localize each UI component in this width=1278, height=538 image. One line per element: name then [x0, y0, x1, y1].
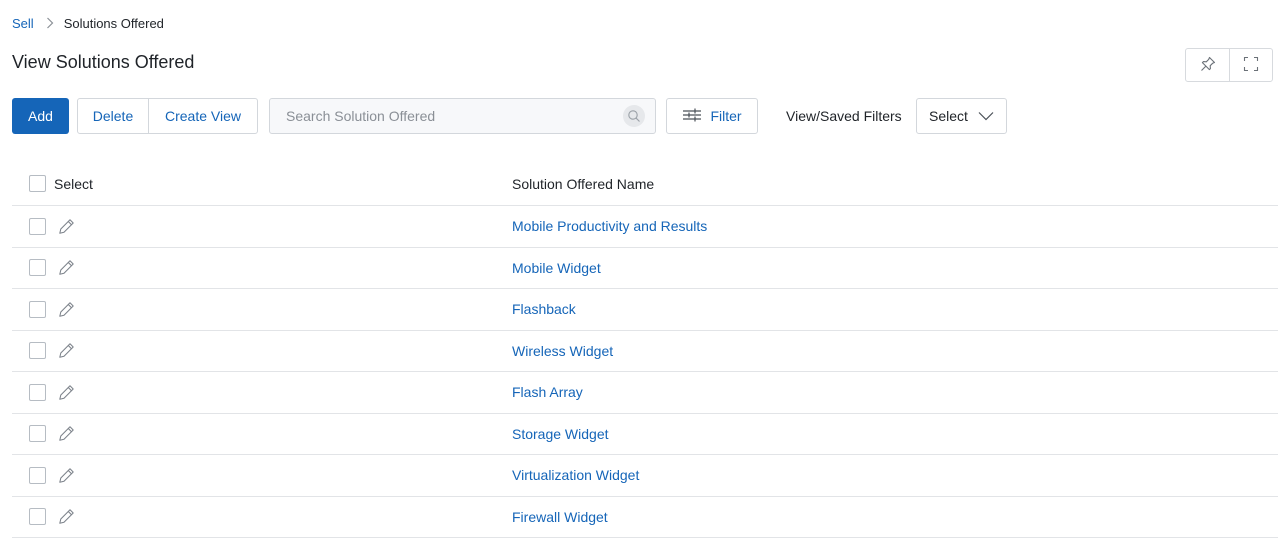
- row-checkbox[interactable]: [29, 217, 46, 235]
- saved-filters-select[interactable]: Select: [916, 98, 1007, 134]
- edit-pencil-icon[interactable]: [58, 508, 75, 525]
- column-header-select: Select: [54, 175, 93, 192]
- create-view-button[interactable]: Create View: [148, 99, 257, 133]
- table-row: Mobile Productivity and Results: [12, 206, 1278, 248]
- edit-pencil-icon[interactable]: [58, 425, 75, 442]
- action-button-group: Delete Create View: [77, 98, 258, 134]
- page-title: View Solutions Offered: [12, 52, 195, 72]
- table-body: Mobile Productivity and Results Mobile W…: [12, 206, 1278, 538]
- pin-icon: [1200, 56, 1216, 75]
- filter-label: Filter: [710, 108, 742, 124]
- edit-pencil-icon[interactable]: [58, 259, 75, 276]
- solution-name-link[interactable]: Wireless Widget: [512, 343, 613, 359]
- row-checkbox[interactable]: [29, 508, 46, 526]
- breadcrumb: Sell Solutions Offered: [12, 14, 164, 32]
- select-all-checkbox[interactable]: [29, 175, 46, 192]
- pin-button[interactable]: [1186, 49, 1229, 81]
- search-icon[interactable]: [623, 105, 645, 127]
- edit-pencil-icon[interactable]: [58, 301, 75, 318]
- edit-pencil-icon[interactable]: [58, 218, 75, 235]
- table-row: Mobile Widget: [12, 248, 1278, 289]
- edit-pencil-icon[interactable]: [58, 384, 75, 401]
- header-actions: [1185, 48, 1273, 82]
- solution-name-link[interactable]: Flash Array: [512, 384, 583, 400]
- row-checkbox[interactable]: [29, 383, 46, 401]
- table-row: Flash Array: [12, 372, 1278, 414]
- breadcrumb-sell-link[interactable]: Sell: [12, 16, 34, 31]
- solution-name-link[interactable]: Mobile Widget: [512, 260, 601, 276]
- row-checkbox[interactable]: [29, 425, 46, 443]
- saved-filters-value: Select: [929, 108, 968, 124]
- table-row: Wireless Widget: [12, 331, 1278, 372]
- search-box: [269, 98, 656, 134]
- row-checkbox[interactable]: [29, 259, 46, 277]
- search-input[interactable]: [270, 99, 623, 133]
- saved-filters-label: View/Saved Filters: [786, 108, 902, 124]
- edit-pencil-icon[interactable]: [58, 467, 75, 484]
- solution-name-link[interactable]: Storage Widget: [512, 426, 609, 442]
- row-checkbox[interactable]: [29, 300, 46, 318]
- row-checkbox[interactable]: [29, 342, 46, 360]
- table-header: Select Solution Offered Name: [12, 162, 1278, 206]
- table-row: Flashback: [12, 289, 1278, 331]
- table-row: Storage Widget: [12, 414, 1278, 455]
- solution-name-link[interactable]: Mobile Productivity and Results: [512, 218, 707, 234]
- filter-sliders-icon: [682, 107, 702, 126]
- filter-button[interactable]: Filter: [666, 98, 758, 134]
- chevron-right-icon: [46, 17, 54, 29]
- chevron-down-icon: [978, 108, 994, 124]
- add-button[interactable]: Add: [12, 98, 69, 134]
- table-row: Firewall Widget: [12, 497, 1278, 538]
- solution-name-link[interactable]: Firewall Widget: [512, 509, 608, 525]
- breadcrumb-current: Solutions Offered: [63, 15, 164, 31]
- delete-button[interactable]: Delete: [78, 99, 148, 133]
- row-checkbox[interactable]: [29, 466, 46, 484]
- solutions-table: Select Solution Offered Name Mobile Prod…: [12, 162, 1278, 538]
- toolbar: Add Delete Create View Filter View/Saved…: [12, 98, 1272, 134]
- table-row: Virtualization Widget: [12, 455, 1278, 497]
- solution-name-link[interactable]: Virtualization Widget: [512, 467, 639, 483]
- fullscreen-icon: [1243, 56, 1259, 75]
- edit-pencil-icon[interactable]: [58, 342, 75, 359]
- column-header-name: Solution Offered Name: [512, 175, 655, 192]
- fullscreen-button[interactable]: [1229, 49, 1272, 81]
- solution-name-link[interactable]: Flashback: [512, 301, 576, 317]
